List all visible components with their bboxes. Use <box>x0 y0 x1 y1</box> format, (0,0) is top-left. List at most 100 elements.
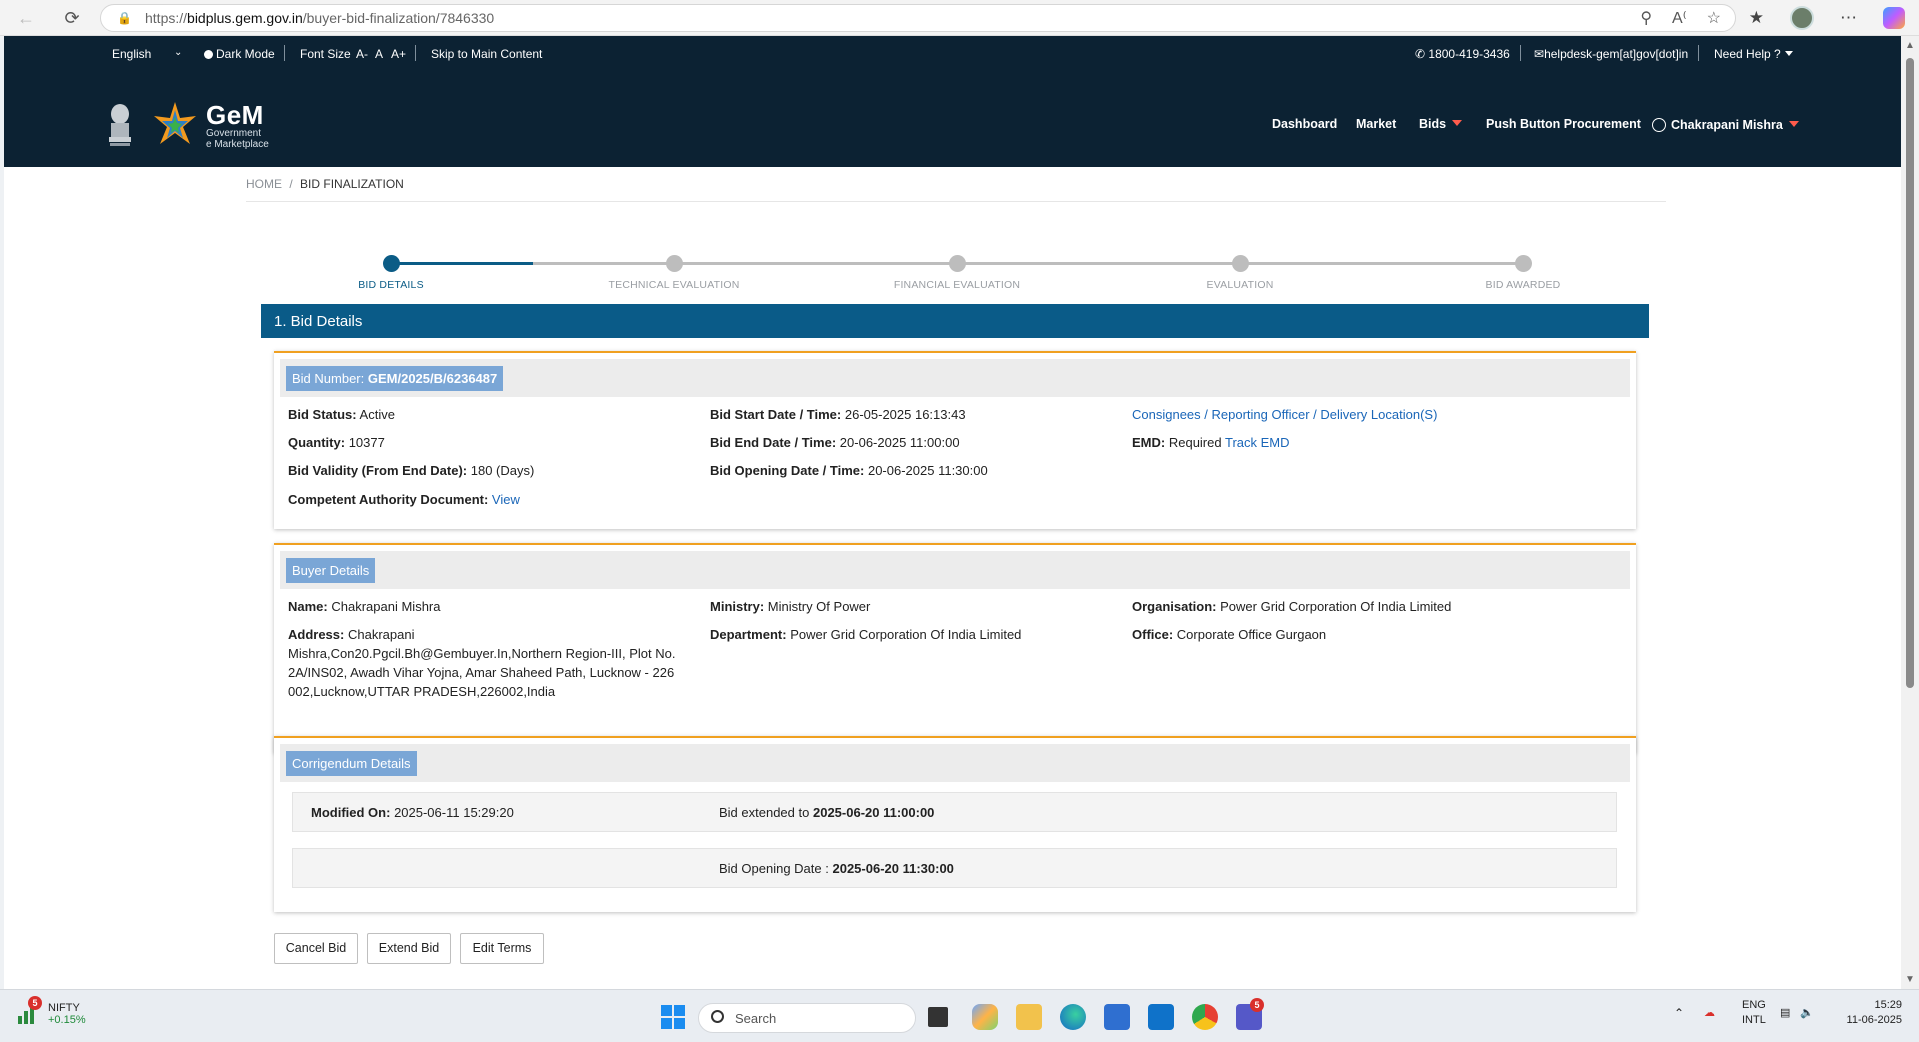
step-indicator <box>1515 255 1532 272</box>
copilot-icon[interactable] <box>1883 7 1905 29</box>
stepper-progress <box>391 262 533 265</box>
progress-stepper: BID DETAILS TECHNICAL EVALUATION FINANCIAL… <box>274 251 1604 291</box>
teams-icon[interactable]: 5 <box>1236 998 1264 1030</box>
outlook-icon[interactable] <box>1148 1004 1174 1030</box>
search-icon <box>711 1010 724 1023</box>
phone-contact[interactable]: ✆ 1800-419-3436 <box>1415 47 1510 61</box>
scroll-thumb[interactable] <box>1906 58 1914 688</box>
divider <box>246 201 1666 202</box>
zoom-icon[interactable]: ⚲ <box>1640 8 1652 28</box>
font-increase-button[interactable]: A+ <box>391 47 406 61</box>
back-icon[interactable]: ← <box>8 0 44 36</box>
buyer-department: Department: Power Grid Corporation Of In… <box>710 627 1022 642</box>
more-menu-icon[interactable]: ⋯ <box>1840 8 1857 28</box>
reload-icon[interactable]: ⟳ <box>54 0 90 36</box>
mail-icon: ✉ <box>1534 47 1545 61</box>
stepper-connector <box>1240 262 1523 265</box>
corrigendum-opening-date: Bid Opening Date : 2025-06-20 11:30:00 <box>719 861 954 876</box>
read-aloud-icon[interactable]: A⁽ <box>1672 8 1687 28</box>
bid-status: Bid Status: Active <box>288 407 395 422</box>
stepper-connector <box>674 262 957 265</box>
input-language[interactable]: ENG INTL <box>1742 998 1766 1028</box>
store-icon[interactable] <box>1104 1004 1130 1030</box>
scroll-up-icon[interactable]: ▲ <box>1905 40 1915 51</box>
breadcrumb-separator: / <box>289 177 293 191</box>
file-explorer-icon[interactable] <box>1016 1004 1042 1030</box>
favorites-icon[interactable]: ★ <box>1749 8 1764 28</box>
phone-icon: ✆ <box>1415 47 1426 61</box>
favorite-star-icon[interactable]: ☆ <box>1707 8 1721 28</box>
caret-down-icon <box>1452 120 1463 126</box>
language-select[interactable]: English <box>112 47 151 61</box>
edit-terms-button[interactable]: Edit Terms <box>460 933 544 964</box>
edge-browser-icon[interactable] <box>1060 1004 1086 1030</box>
notification-badge: 5 <box>28 996 42 1010</box>
profile-avatar[interactable] <box>1790 6 1814 30</box>
breadcrumb-current: BID FINALIZATION <box>300 177 404 191</box>
competent-authority: Competent Authority Document: View <box>288 492 520 507</box>
section-title: 1. Bid Details <box>261 304 1649 338</box>
step-indicator <box>383 255 400 272</box>
step-indicator <box>666 255 683 272</box>
need-help-menu[interactable]: Need Help ? <box>1714 47 1793 61</box>
site-header: English ⌄ Dark Mode Font Size A- A A+ Sk… <box>4 36 1901 167</box>
user-menu[interactable]: Chakrapani Mishra <box>1652 118 1799 132</box>
nifty-widget[interactable]: 5 NIFTY +0.15% <box>18 996 86 1026</box>
lock-icon: 🔒 <box>117 11 132 25</box>
widgets-icon[interactable] <box>972 1004 998 1030</box>
extend-bid-button[interactable]: Extend Bid <box>367 933 451 964</box>
track-emd-link[interactable]: Track EMD <box>1225 435 1290 450</box>
corrigendum-card: Corrigendum Details Modified On: 2025-06… <box>274 736 1636 912</box>
nav-market[interactable]: Market <box>1356 117 1396 131</box>
email-contact[interactable]: ✉helpdesk-gem[at]gov[dot]in <box>1534 47 1688 61</box>
utility-bar: English ⌄ Dark Mode Font Size A- A A+ Sk… <box>4 36 1901 70</box>
step-indicator <box>949 255 966 272</box>
caret-down-icon <box>1788 121 1799 127</box>
chevron-down-icon[interactable]: ⌄ <box>174 47 182 58</box>
tray-chevron-icon[interactable]: ⌃ <box>1674 1006 1684 1021</box>
dark-mode-icon <box>204 50 213 59</box>
step-indicator <box>1232 255 1249 272</box>
bid-extended: Bid extended to 2025-06-20 11:00:00 <box>719 805 935 820</box>
task-view-icon[interactable] <box>928 1007 948 1027</box>
page-scrollbar[interactable]: ▲ ▼ <box>1901 36 1919 989</box>
stepper-connector <box>957 262 1240 265</box>
font-normal-button[interactable]: A <box>375 47 383 61</box>
breadcrumb-home[interactable]: HOME <box>246 177 282 191</box>
buyer-office: Office: Corporate Office Gurgaon <box>1132 627 1327 642</box>
scroll-down-icon[interactable]: ▼ <box>1905 974 1915 985</box>
national-emblem-icon <box>109 104 131 146</box>
address-bar[interactable]: 🔒 https://bidplus.gem.gov.in/buyer-bid-f… <box>100 4 1736 32</box>
step-label: FINANCIAL EVALUATION <box>893 279 1021 291</box>
url-text: https://bidplus.gem.gov.in/buyer-bid-fin… <box>145 10 495 26</box>
step-label: BID DETAILS <box>358 279 424 291</box>
network-icon[interactable]: ▤ <box>1780 1006 1790 1021</box>
skip-to-content-link[interactable]: Skip to Main Content <box>431 47 542 61</box>
nav-push-button-procurement[interactable]: Push Button Procurement <box>1486 117 1641 131</box>
emd-info: EMD: Required Track EMD <box>1132 435 1290 450</box>
font-decrease-button[interactable]: A- <box>356 47 368 61</box>
notification-badge: 5 <box>1250 998 1264 1012</box>
breadcrumb: HOME / BID FINALIZATION <box>246 177 404 191</box>
buyer-name: Name: Chakrapani Mishra <box>288 599 441 614</box>
gem-logo-icon[interactable] <box>152 100 198 148</box>
system-clock[interactable]: 15:29 11-06-2025 <box>1838 998 1902 1028</box>
gem-logo-text[interactable]: GeM Government e Marketplace <box>206 102 269 150</box>
nav-bids[interactable]: Bids <box>1419 117 1463 131</box>
user-icon <box>1652 118 1666 132</box>
onedrive-icon[interactable]: ☁ <box>1704 1006 1715 1021</box>
volume-icon[interactable]: 🔈 <box>1800 1006 1814 1021</box>
dark-mode-toggle[interactable]: Dark Mode <box>204 47 275 61</box>
cancel-bid-button[interactable]: Cancel Bid <box>274 933 358 964</box>
view-document-link[interactable]: View <box>492 492 520 507</box>
buyer-organisation: Organisation: Power Grid Corporation Of … <box>1132 599 1452 614</box>
consignees-link[interactable]: Consignees / Reporting Officer / Deliver… <box>1132 405 1437 424</box>
buyer-details-card: Buyer Details Name: Chakrapani Mishra Ad… <box>274 543 1636 753</box>
start-menu-icon[interactable] <box>660 1004 686 1030</box>
corrigendum-row: Modified On: 2025-06-11 15:29:20 Bid ext… <box>292 792 1617 832</box>
buyer-details-heading: Buyer Details <box>286 558 376 583</box>
bid-validity: Bid Validity (From End Date): 180 (Days) <box>288 463 535 478</box>
nav-dashboard[interactable]: Dashboard <box>1272 117 1337 131</box>
taskbar-search[interactable]: Search <box>698 1003 916 1033</box>
chrome-icon[interactable] <box>1192 1004 1218 1030</box>
